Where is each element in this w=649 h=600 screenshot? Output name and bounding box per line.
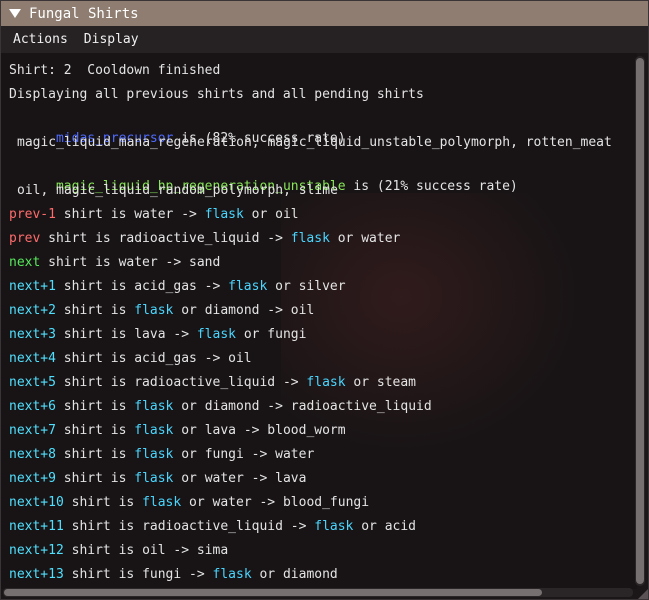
shift-text: shirt is acid_gas -> <box>55 279 229 294</box>
shift-label: next+1 <box>9 279 56 294</box>
shift-text: shirt is <box>55 303 135 318</box>
shift-text: or water <box>329 231 401 246</box>
fungal-shirts-window: Fungal Shirts Actions Display Shirt: 2 C… <box>0 0 649 600</box>
shift-label: next+13 <box>9 567 64 582</box>
window-titlebar[interactable]: Fungal Shirts <box>1 1 648 26</box>
shift-row: next+5 shirt is radioactive_liquid -> fl… <box>9 373 416 393</box>
group-materials: oil, magic_liquid_random_polymorph, slim… <box>17 183 338 198</box>
shift-text: shirt is <box>55 471 135 486</box>
flask-keyword: flask <box>306 375 346 390</box>
shift-text: or steam <box>345 375 417 390</box>
shift-text: or water -> blood_fungi <box>181 495 370 510</box>
flask-keyword: flask <box>212 567 252 582</box>
shift-row: next shirt is water -> sand <box>9 253 220 273</box>
group-rate: is (21% success rate) <box>345 179 518 194</box>
shift-row: next+13 shirt is fungi -> flask or diamo… <box>9 565 338 585</box>
flask-keyword: flask <box>314 519 354 534</box>
shift-row: prev-1 shirt is water -> flask or oil <box>9 205 299 225</box>
flask-keyword: flask <box>134 471 174 486</box>
shift-list-panel[interactable]: Shirt: 2 Cooldown finished Displaying al… <box>1 53 637 589</box>
shift-label: next+5 <box>9 375 56 390</box>
shift-text: or diamond <box>251 567 338 582</box>
shift-row: next+9 shirt is flask or water -> lava <box>9 469 306 489</box>
shift-text: or acid <box>353 519 417 534</box>
menu-actions[interactable]: Actions <box>7 32 74 47</box>
shift-text: or lava -> blood_worm <box>173 423 346 438</box>
horizontal-scrollbar[interactable] <box>3 588 633 597</box>
shift-text: shirt is radioactive_liquid -> <box>63 519 315 534</box>
shift-row: next+1 shirt is acid_gas -> flask or sil… <box>9 277 346 297</box>
shift-row: prev shirt is radioactive_liquid -> flas… <box>9 229 400 249</box>
shift-label: next+2 <box>9 303 56 318</box>
shift-label: next+4 <box>9 351 56 366</box>
shift-text: shirt is <box>55 399 135 414</box>
shift-row: next+10 shirt is flask or water -> blood… <box>9 493 369 513</box>
menu-bar: Actions Display <box>1 26 648 53</box>
flask-keyword: flask <box>134 447 174 462</box>
shift-label: next+9 <box>9 471 56 486</box>
shift-text: shirt is radioactive_liquid -> <box>55 375 307 390</box>
shift-text: or oil <box>243 207 299 222</box>
shift-label: next+6 <box>9 399 56 414</box>
shift-text: or silver <box>267 279 346 294</box>
flask-keyword: flask <box>134 423 174 438</box>
group-header: midas_precursor is (82% success rate) <box>9 109 346 146</box>
vertical-scrollbar-thumb[interactable] <box>636 58 644 584</box>
flask-keyword: flask <box>290 231 330 246</box>
status-line: Shirt: 2 Cooldown finished <box>9 63 221 78</box>
flask-keyword: flask <box>134 399 174 414</box>
shift-text: or diamond -> radioactive_liquid <box>173 399 432 414</box>
shift-label: next+7 <box>9 423 56 438</box>
flask-keyword: flask <box>204 207 244 222</box>
shift-label: next+11 <box>9 519 64 534</box>
shift-label: prev-1 <box>9 207 56 222</box>
shift-text: shirt is <box>63 495 143 510</box>
menu-display[interactable]: Display <box>78 32 145 47</box>
shift-text: shirt is oil -> sima <box>63 543 229 558</box>
shift-text: shirt is <box>55 423 135 438</box>
shift-text: shirt is water -> <box>55 207 205 222</box>
shift-row: next+4 shirt is acid_gas -> oil <box>9 349 252 369</box>
shift-label: next+10 <box>9 495 64 510</box>
shift-row: next+2 shirt is flask or diamond -> oil <box>9 301 314 321</box>
shift-text: or fungi <box>236 327 307 342</box>
resize-grip[interactable] <box>638 589 648 599</box>
horizontal-scrollbar-thumb[interactable] <box>4 589 542 596</box>
flask-keyword: flask <box>142 495 182 510</box>
shift-label: prev <box>9 231 41 246</box>
shift-text: shirt is lava -> <box>55 327 197 342</box>
shift-text: or water -> lava <box>173 471 307 486</box>
window-title: Fungal Shirts <box>29 5 139 22</box>
group-header: magic_liquid_hp_regeneration_unstable is… <box>9 157 518 194</box>
shift-text: shirt is acid_gas -> oil <box>55 351 252 366</box>
flask-keyword: flask <box>196 327 236 342</box>
shift-text: or fungi -> water <box>173 447 315 462</box>
shift-label: next+12 <box>9 543 64 558</box>
shift-label: next+8 <box>9 447 56 462</box>
vertical-scrollbar[interactable] <box>635 56 645 586</box>
shift-label: next <box>9 255 41 270</box>
shift-row: next+12 shirt is oil -> sima <box>9 541 228 561</box>
shift-row: next+6 shirt is flask or diamond -> radi… <box>9 397 432 417</box>
collapse-triangle-icon[interactable] <box>9 9 21 18</box>
flask-keyword: flask <box>228 279 268 294</box>
flask-keyword: flask <box>134 303 174 318</box>
shift-label: next+3 <box>9 327 56 342</box>
shift-text: shirt is radioactive_liquid -> <box>40 231 291 246</box>
shift-text: shirt is <box>55 447 135 462</box>
shift-text: shirt is water -> sand <box>40 255 221 270</box>
shift-text: or diamond -> oil <box>173 303 315 318</box>
shift-row: next+7 shirt is flask or lava -> blood_w… <box>9 421 346 441</box>
shift-row: next+3 shirt is lava -> flask or fungi <box>9 325 306 345</box>
shift-row: next+11 shirt is radioactive_liquid -> f… <box>9 517 416 537</box>
shift-text: shirt is fungi -> <box>63 567 213 582</box>
group-materials: magic_liquid_mana_regeneration, magic_li… <box>17 135 612 150</box>
shift-row: next+8 shirt is flask or fungi -> water <box>9 445 314 465</box>
display-mode-line: Displaying all previous shirts and all p… <box>9 87 424 102</box>
